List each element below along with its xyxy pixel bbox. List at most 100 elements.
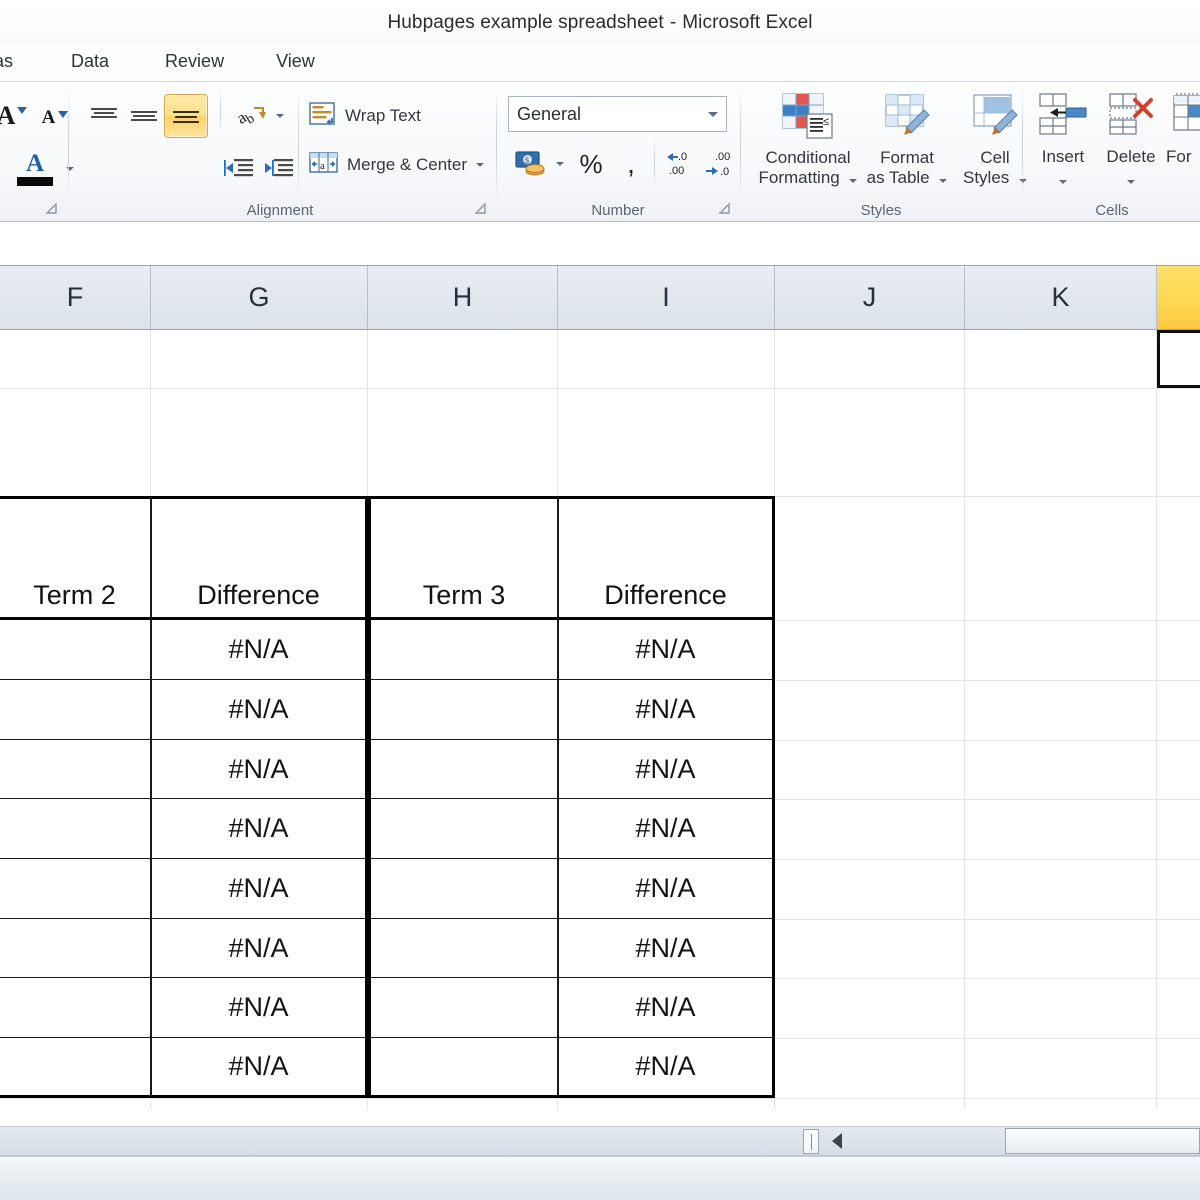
alignment-group-label: Alignment bbox=[246, 202, 314, 219]
table-cell-difference-1[interactable]: #N/A bbox=[151, 799, 368, 859]
table-cell-term2[interactable] bbox=[0, 799, 151, 859]
svg-text:.00: .00 bbox=[669, 165, 684, 177]
number-format-select[interactable]: General bbox=[508, 96, 727, 132]
delete-dropdown[interactable] bbox=[1098, 171, 1164, 189]
table-cell-difference-1[interactable]: #N/A bbox=[151, 620, 368, 680]
title-bar: Hubpages example spreadsheet - Microsoft E… bbox=[0, 0, 1200, 45]
conditional-formatting-button[interactable]: ≤ Conditional Formatting bbox=[754, 92, 862, 188]
wrap-text-button[interactable]: Wrap Text bbox=[308, 96, 422, 136]
table-cell-difference-2[interactable]: #N/A bbox=[558, 680, 775, 740]
application-name: Microsoft Excel bbox=[682, 11, 813, 33]
table-cell-term2[interactable] bbox=[0, 859, 151, 919]
increase-decimal-button[interactable]: .0 .00 bbox=[662, 144, 700, 184]
table-cell-term2[interactable] bbox=[0, 680, 151, 740]
table-header-difference-1[interactable]: Difference bbox=[151, 496, 368, 620]
scrollbar-thumb[interactable] bbox=[1005, 1128, 1200, 1154]
table-cell-difference-1[interactable]: #N/A bbox=[151, 859, 368, 919]
table-cell-term3[interactable] bbox=[368, 859, 558, 919]
insert-cells-button[interactable]: Insert bbox=[1030, 92, 1096, 189]
column-header-i[interactable]: I bbox=[558, 266, 775, 329]
table-cell-difference-1[interactable]: #N/A bbox=[151, 978, 368, 1038]
font-color-button[interactable]: A bbox=[12, 148, 58, 190]
borders-dropdown-button[interactable] bbox=[0, 156, 2, 182]
accounting-dropdown-button[interactable] bbox=[552, 152, 568, 176]
grow-font-button[interactable]: A bbox=[0, 98, 32, 134]
insert-dropdown[interactable] bbox=[1030, 171, 1096, 189]
decrease-indent-button[interactable] bbox=[220, 150, 258, 188]
tab-review[interactable]: Review bbox=[155, 48, 234, 78]
column-header-k[interactable]: K bbox=[965, 266, 1157, 329]
number-dialog-launcher[interactable] bbox=[717, 201, 732, 216]
table-cell-difference-2[interactable]: #N/A bbox=[558, 1038, 775, 1098]
chevron-down-icon bbox=[708, 111, 718, 117]
table-cell-term3[interactable] bbox=[368, 620, 558, 680]
table-cell-difference-1[interactable]: #N/A bbox=[151, 919, 368, 978]
table-cell-difference-2[interactable]: #N/A bbox=[558, 978, 775, 1038]
document-name: Hubpages example spreadsheet bbox=[387, 11, 664, 33]
orientation-button[interactable]: a b bbox=[232, 98, 272, 134]
table-header-term2[interactable]: Term 2 bbox=[0, 496, 151, 620]
align-top-button[interactable] bbox=[84, 98, 124, 134]
table-header-term3[interactable]: Term 3 bbox=[368, 496, 558, 620]
align-bottom-button[interactable] bbox=[164, 94, 208, 138]
alignment-inner-separator-2 bbox=[298, 90, 299, 194]
alignment-dialog-launcher[interactable] bbox=[473, 201, 488, 216]
delete-label: Delete bbox=[1106, 147, 1156, 166]
format-as-table-chevron-down-icon bbox=[939, 179, 948, 183]
table-cell-term3[interactable] bbox=[368, 1038, 558, 1098]
increase-indent-button[interactable] bbox=[260, 150, 298, 188]
decrease-decimal-button[interactable]: .00 .0 bbox=[700, 144, 738, 184]
format-cells-button[interactable]: For bbox=[1166, 92, 1200, 167]
column-header-l-selected[interactable] bbox=[1157, 266, 1200, 329]
wrap-text-label: Wrap Text bbox=[345, 106, 421, 125]
horizontal-scrollbar[interactable] bbox=[0, 1126, 1200, 1156]
table-cell-term2[interactable] bbox=[0, 1038, 151, 1098]
align-middle-button[interactable] bbox=[124, 98, 164, 134]
orientation-dropdown-button[interactable] bbox=[272, 104, 288, 128]
table-cell-difference-1[interactable]: #N/A bbox=[151, 1038, 368, 1098]
delete-cells-icon bbox=[1109, 93, 1153, 135]
table-cell-difference-2[interactable]: #N/A bbox=[558, 740, 775, 799]
table-cell-term3[interactable] bbox=[368, 680, 558, 740]
table-cell-difference-2[interactable]: #N/A bbox=[558, 919, 775, 978]
active-cell-selection[interactable] bbox=[1157, 330, 1200, 388]
comma-glyph: , bbox=[627, 148, 635, 179]
table-cell-difference-2[interactable]: #N/A bbox=[558, 799, 775, 859]
format-as-table-icon bbox=[885, 94, 930, 135]
column-header-g[interactable]: G bbox=[151, 266, 368, 329]
table-cell-term2[interactable] bbox=[0, 620, 151, 680]
percent-style-button[interactable]: % bbox=[572, 144, 610, 184]
arrow-left-icon bbox=[832, 1133, 842, 1149]
merge-center-button[interactable]: a Merge & Center bbox=[308, 144, 485, 186]
comma-style-button[interactable]: , bbox=[612, 144, 650, 184]
table-cell-difference-2[interactable]: #N/A bbox=[558, 859, 775, 919]
scroll-left-button[interactable] bbox=[822, 1127, 852, 1155]
number-group-label: Number bbox=[591, 202, 645, 219]
table-cell-term3[interactable] bbox=[368, 740, 558, 799]
table-cell-term2[interactable] bbox=[0, 740, 151, 799]
delete-cells-button[interactable]: Delete bbox=[1098, 92, 1164, 189]
tab-view[interactable]: View bbox=[266, 48, 325, 78]
accounting-format-button[interactable]: $ bbox=[510, 144, 552, 184]
split-pane-handle[interactable] bbox=[803, 1129, 819, 1154]
column-header-f[interactable]: F bbox=[0, 266, 151, 329]
tab-data[interactable]: Data bbox=[61, 48, 119, 78]
insert-cells-icon bbox=[1039, 93, 1087, 135]
table-cell-term3[interactable] bbox=[368, 799, 558, 859]
table-cell-term2[interactable] bbox=[0, 978, 151, 1038]
column-header-h[interactable]: H bbox=[368, 266, 558, 329]
font-dialog-launcher[interactable] bbox=[44, 201, 59, 216]
table-cell-difference-2[interactable]: #N/A bbox=[558, 620, 775, 680]
table-cell-term3[interactable] bbox=[368, 978, 558, 1038]
tab-formulas[interactable]: as bbox=[0, 48, 23, 78]
number-inner-separator bbox=[654, 140, 655, 188]
table-cell-difference-1[interactable]: #N/A bbox=[151, 680, 368, 740]
table-cell-term2[interactable] bbox=[0, 919, 151, 978]
table-cell-term3[interactable] bbox=[368, 919, 558, 978]
table-cell-difference-1[interactable]: #N/A bbox=[151, 740, 368, 799]
table-header-difference-2[interactable]: Difference bbox=[558, 496, 775, 620]
conditional-formatting-icon: ≤ bbox=[782, 93, 833, 139]
column-header-j[interactable]: J bbox=[775, 266, 965, 329]
format-as-table-button[interactable]: Format as Table bbox=[860, 92, 954, 188]
group-separator-2 bbox=[496, 88, 497, 200]
